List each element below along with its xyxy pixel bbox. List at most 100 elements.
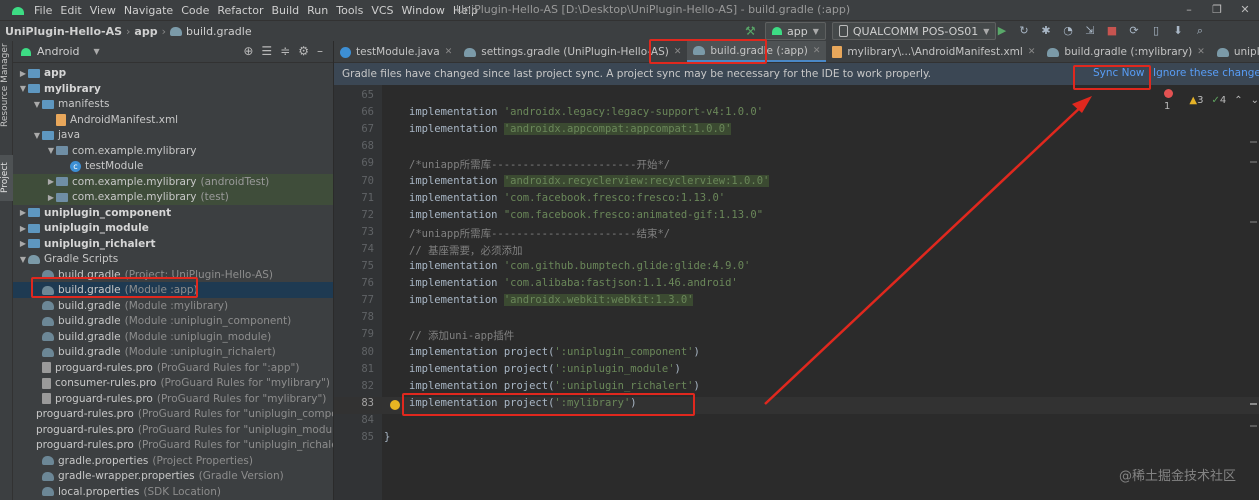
profile-icon[interactable]: ◔ xyxy=(1060,23,1076,39)
tab-testmodule-java[interactable]: testModule.java ✕ xyxy=(334,41,458,62)
chevron-down-icon[interactable]: ▼ xyxy=(32,131,42,140)
chevron-down-icon[interactable]: ▼ xyxy=(18,84,28,93)
chevron-down-icon[interactable]: ▼ xyxy=(46,146,56,155)
code-line[interactable]: 80 implementation project(':uniplugin_com… xyxy=(334,346,1259,363)
close-icon[interactable]: ✕ xyxy=(1028,47,1036,57)
menu-navigate[interactable]: Navigate xyxy=(120,4,177,17)
tab-build-gradle-mylibrary[interactable]: build.gradle (:mylibrary) ✕ xyxy=(1041,41,1210,62)
tree-item-manifests[interactable]: ▼ manifests xyxy=(13,96,333,112)
inspection-widget[interactable]: 1 ▲3 ✓4 ⌃ ⌄ xyxy=(1164,89,1259,112)
code-line[interactable]: 74 // 基座需要，必须添加 xyxy=(334,243,1259,260)
hammer-build-icon[interactable]: ⚒ xyxy=(745,24,759,38)
breadcrumb-module[interactable]: app xyxy=(134,25,157,38)
code-line[interactable]: 78 xyxy=(334,311,1259,328)
tab-uniplugin-module[interactable]: uniplugin_module\...\ xyxy=(1211,41,1259,62)
chevron-down-icon[interactable]: ▼ xyxy=(32,100,42,109)
collapse-all-icon[interactable]: ☰ xyxy=(261,44,272,58)
expand-icon[interactable]: ≑ xyxy=(280,44,290,58)
stop-icon[interactable]: ■ xyxy=(1104,23,1120,39)
close-icon[interactable]: ✕ xyxy=(1197,47,1205,57)
minimize-button[interactable]: – xyxy=(1175,0,1203,20)
close-icon[interactable]: ✕ xyxy=(813,46,821,56)
code-line[interactable]: 84 xyxy=(334,414,1259,431)
tree-item-proguard-rules-pro[interactable]: proguard-rules.pro (ProGuard Rules for "u… xyxy=(13,406,333,422)
tree-item-com-example-mylibrary[interactable]: ▶ com.example.mylibrary (test) xyxy=(13,189,333,205)
apply-changes-icon[interactable]: ↻ xyxy=(1016,23,1032,39)
close-icon[interactable]: ✕ xyxy=(445,47,453,57)
tab-settings-gradle[interactable]: settings.gradle (UniPlugin-Hello-AS) ✕ xyxy=(458,41,687,62)
tree-item-build-gradle[interactable]: build.gradle (Module :uniplugin_component… xyxy=(13,313,333,329)
ignore-changes-link[interactable]: Ignore these changes xyxy=(1153,67,1259,79)
tree-item-androidmanifest-xml[interactable]: AndroidManifest.xml xyxy=(13,112,333,128)
tree-item-proguard-rules-pro[interactable]: proguard-rules.pro (ProGuard Rules for "m… xyxy=(13,391,333,407)
tree-item-mylibrary[interactable]: ▼ mylibrary xyxy=(13,81,333,97)
code-line[interactable]: 71 implementation 'com.facebook.fresco:fr… xyxy=(334,192,1259,209)
sdk-manager-icon[interactable]: ⬇ xyxy=(1170,23,1186,39)
avd-manager-icon[interactable]: ▯ xyxy=(1148,23,1164,39)
chevron-right-icon[interactable]: ▶ xyxy=(46,177,56,186)
tree-item-consumer-rules-pro[interactable]: consumer-rules.pro (ProGuard Rules for "m… xyxy=(13,375,333,391)
tree-item-gradle-scripts[interactable]: ▼ Gradle Scripts xyxy=(13,251,333,267)
chevron-right-icon[interactable]: ▶ xyxy=(18,208,28,217)
chevron-up-icon[interactable]: ⌃ xyxy=(1234,95,1242,106)
run-config-select[interactable]: app ▼ xyxy=(765,22,826,40)
chevron-right-icon[interactable]: ▶ xyxy=(46,193,56,202)
maximize-button[interactable]: ❐ xyxy=(1203,0,1231,20)
tree-item-uniplugin-richalert[interactable]: ▶ uniplugin_richalert xyxy=(13,236,333,252)
tree-item-java[interactable]: ▼ java xyxy=(13,127,333,143)
tree-item-uniplugin-component[interactable]: ▶ uniplugin_component xyxy=(13,205,333,221)
code-line[interactable]: 81 implementation project(':uniplugin_mod… xyxy=(334,363,1259,380)
tab-build-gradle-app[interactable]: build.gradle (:app) ✕ xyxy=(687,41,827,62)
code-line[interactable]: 67 implementation 'androidx.appcompat:app… xyxy=(334,123,1259,140)
code-line[interactable]: 72 implementation "com.facebook.fresco:an… xyxy=(334,209,1259,226)
menu-window[interactable]: Window xyxy=(398,4,449,17)
project-tab[interactable]: Project xyxy=(0,155,13,201)
debug-icon[interactable]: ✱ xyxy=(1038,23,1054,39)
code-editor[interactable]: 65 66 implementation 'androidx.legacy:lega… xyxy=(334,85,1259,500)
code-line[interactable]: 73 /*uniapp所需库-----------------------结束*/ xyxy=(334,226,1259,243)
search-icon[interactable]: ⌕ xyxy=(1192,23,1208,39)
tree-item-proguard-rules-pro[interactable]: proguard-rules.pro (ProGuard Rules for ":… xyxy=(13,360,333,376)
menu-refactor[interactable]: Refactor xyxy=(213,4,267,17)
code-line[interactable]: 75 implementation 'com.github.bumptech.gl… xyxy=(334,260,1259,277)
sync-now-link[interactable]: Sync Now xyxy=(1093,67,1145,79)
menu-view[interactable]: View xyxy=(86,4,120,17)
tree-item-build-gradle[interactable]: build.gradle (Module :app) xyxy=(13,282,333,298)
code-line[interactable]: 82 implementation project(':uniplugin_ric… xyxy=(334,380,1259,397)
attach-debugger-icon[interactable]: ⇲ xyxy=(1082,23,1098,39)
menu-vcs[interactable]: VCS xyxy=(367,4,397,17)
tree-item-local-properties[interactable]: local.properties (SDK Location) xyxy=(13,484,333,500)
chevron-down-icon[interactable]: ▼ xyxy=(18,255,28,264)
code-line[interactable]: 66 implementation 'androidx.legacy:legacy… xyxy=(334,106,1259,123)
code-line[interactable]: 79 // 添加uni-app插件 xyxy=(334,328,1259,345)
lightbulb-icon[interactable] xyxy=(390,399,400,410)
menu-build[interactable]: Build xyxy=(268,4,304,17)
tree-item-proguard-rules-pro[interactable]: proguard-rules.pro (ProGuard Rules for "u… xyxy=(13,437,333,453)
tree-item-gradle-properties[interactable]: gradle.properties (Project Properties) xyxy=(13,453,333,469)
tree-item-build-gradle[interactable]: build.gradle (Module :mylibrary) xyxy=(13,298,333,314)
code-line[interactable]: 85} xyxy=(334,431,1259,448)
menu-file[interactable]: File xyxy=(30,4,56,17)
chevron-right-icon[interactable]: ▶ xyxy=(18,69,28,78)
locate-target-icon[interactable]: ⊕ xyxy=(243,44,253,58)
tree-item-build-gradle[interactable]: build.gradle (Module :uniplugin_module) xyxy=(13,329,333,345)
code-line[interactable]: 76 implementation 'com.alibaba:fastjson:1… xyxy=(334,277,1259,294)
tree-item-com-example-mylibrary[interactable]: ▶ com.example.mylibrary (androidTest) xyxy=(13,173,333,190)
code-line[interactable]: 70 implementation 'androidx.recyclerview:… xyxy=(334,174,1259,192)
chevron-right-icon[interactable]: ▶ xyxy=(18,239,28,248)
device-select[interactable]: QUALCOMM POS-OS01 ▼ xyxy=(831,22,997,40)
code-line[interactable]: 77 implementation 'androidx.webkit:webkit… xyxy=(334,294,1259,311)
close-button[interactable]: ✕ xyxy=(1231,0,1259,20)
menu-run[interactable]: Run xyxy=(303,4,332,17)
hide-icon[interactable]: – xyxy=(317,44,323,58)
code-line[interactable]: 65 xyxy=(334,89,1259,106)
scrollbar-markers[interactable] xyxy=(1249,85,1259,500)
tree-item-uniplugin-module[interactable]: ▶ uniplugin_module xyxy=(13,220,333,236)
tree-item-testmodule[interactable]: c testModule xyxy=(13,158,333,174)
menu-tools[interactable]: Tools xyxy=(332,4,367,17)
tree-item-proguard-rules-pro[interactable]: proguard-rules.pro (ProGuard Rules for "u… xyxy=(13,422,333,438)
tree-item-com-example-mylibrary[interactable]: ▼ com.example.mylibrary xyxy=(13,143,333,159)
gear-icon[interactable]: ⚙ xyxy=(298,44,309,58)
sync-gradle-icon[interactable]: ⟳ xyxy=(1126,23,1142,39)
breadcrumb-file[interactable]: build.gradle xyxy=(170,25,252,38)
